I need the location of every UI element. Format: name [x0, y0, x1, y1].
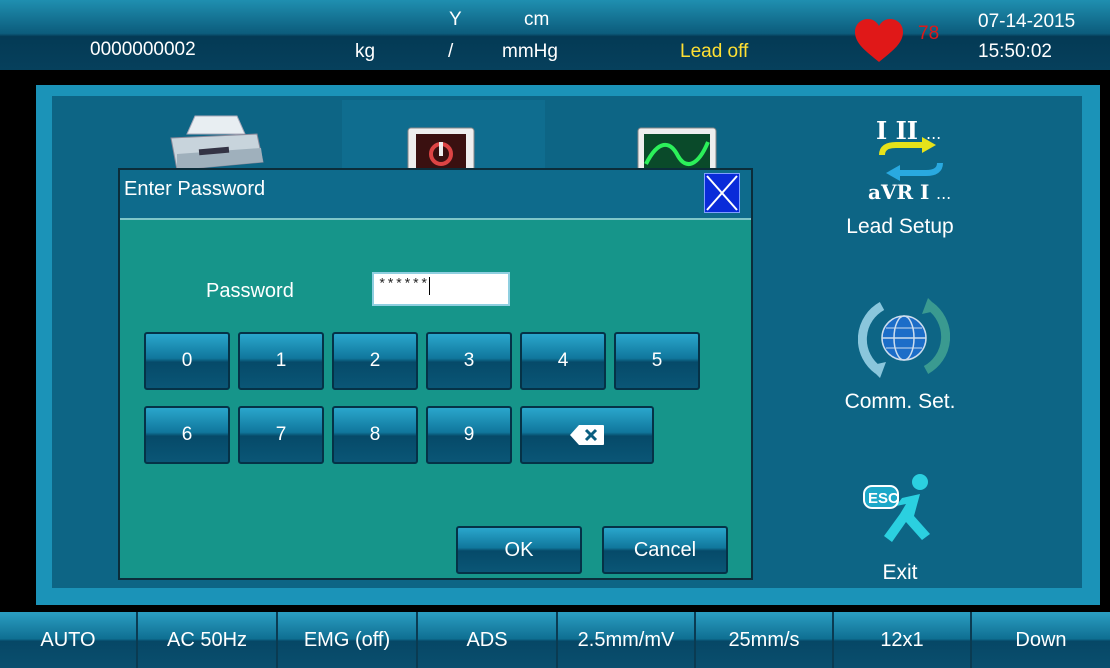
- ac-filter-button[interactable]: AC 50Hz: [138, 612, 278, 668]
- key-8[interactable]: 8: [332, 406, 418, 464]
- height-unit: cm: [524, 9, 550, 30]
- dialog-title-bar: Enter Password: [120, 170, 751, 220]
- lead-setup-icon[interactable]: I II ... aVR I ...: [852, 113, 970, 203]
- globe-sync-icon[interactable]: [858, 296, 950, 380]
- sensitivity-button[interactable]: 2.5mm/mV: [558, 612, 696, 668]
- page-down-button[interactable]: Down: [972, 612, 1110, 668]
- exit-label[interactable]: Exit: [820, 561, 980, 585]
- time: 15:50:02: [978, 41, 1052, 62]
- status-header: 0000000002 kg Y / cm mmHg Lead off 78 07…: [0, 0, 1110, 70]
- ads-button[interactable]: ADS: [418, 612, 558, 668]
- key-5[interactable]: 5: [614, 332, 700, 390]
- dialog-title: Enter Password: [124, 178, 266, 200]
- key-6[interactable]: 6: [144, 406, 230, 464]
- backspace-button[interactable]: [520, 406, 654, 464]
- printer-icon[interactable]: [165, 112, 265, 176]
- password-input[interactable]: ******: [372, 272, 510, 306]
- key-3[interactable]: 3: [426, 332, 512, 390]
- password-label: Password: [206, 280, 294, 302]
- ok-button[interactable]: OK: [456, 526, 582, 574]
- key-0[interactable]: 0: [144, 332, 230, 390]
- backspace-icon: [570, 424, 604, 445]
- esc-exit-icon[interactable]: ESC: [862, 472, 940, 544]
- patient-id: 0000000002: [90, 39, 196, 60]
- key-9[interactable]: 9: [426, 406, 512, 464]
- heart-icon: [855, 19, 903, 62]
- lead-format-button[interactable]: 12x1: [834, 612, 972, 668]
- speed-button[interactable]: 25mm/s: [696, 612, 834, 668]
- svg-text:...: ...: [936, 184, 951, 203]
- text-caret: [429, 277, 431, 295]
- comm-settings-label[interactable]: Comm. Set.: [820, 390, 980, 414]
- key-1[interactable]: 1: [238, 332, 324, 390]
- svg-text:ESC: ESC: [868, 490, 899, 507]
- height-label: Y: [449, 9, 462, 30]
- separator-slash: /: [448, 41, 454, 62]
- key-2[interactable]: 2: [332, 332, 418, 390]
- emg-filter-button[interactable]: EMG (off): [278, 612, 418, 668]
- svg-text:...: ...: [926, 124, 941, 143]
- mode-auto-button[interactable]: AUTO: [0, 612, 138, 668]
- close-icon: [706, 175, 738, 211]
- cancel-button[interactable]: Cancel: [602, 526, 728, 574]
- heart-rate-value: 78: [918, 23, 940, 44]
- svg-text:I II: I II: [876, 116, 918, 145]
- password-dialog: Enter Password Password ****** 0 1 2 3 4…: [118, 168, 753, 580]
- bottom-toolbar: AUTO AC 50Hz EMG (off) ADS 2.5mm/mV 25mm…: [0, 612, 1110, 668]
- svg-text:aVR I: aVR I: [868, 180, 929, 203]
- password-value: ******: [378, 277, 429, 293]
- key-4[interactable]: 4: [520, 332, 606, 390]
- lead-setup-label[interactable]: Lead Setup: [820, 215, 980, 239]
- bp-unit: mmHg: [502, 41, 558, 62]
- date: 07-14-2015: [978, 11, 1076, 32]
- lead-status: Lead off: [680, 41, 749, 62]
- weight-unit: kg: [355, 41, 376, 62]
- key-7[interactable]: 7: [238, 406, 324, 464]
- close-button[interactable]: [704, 173, 740, 213]
